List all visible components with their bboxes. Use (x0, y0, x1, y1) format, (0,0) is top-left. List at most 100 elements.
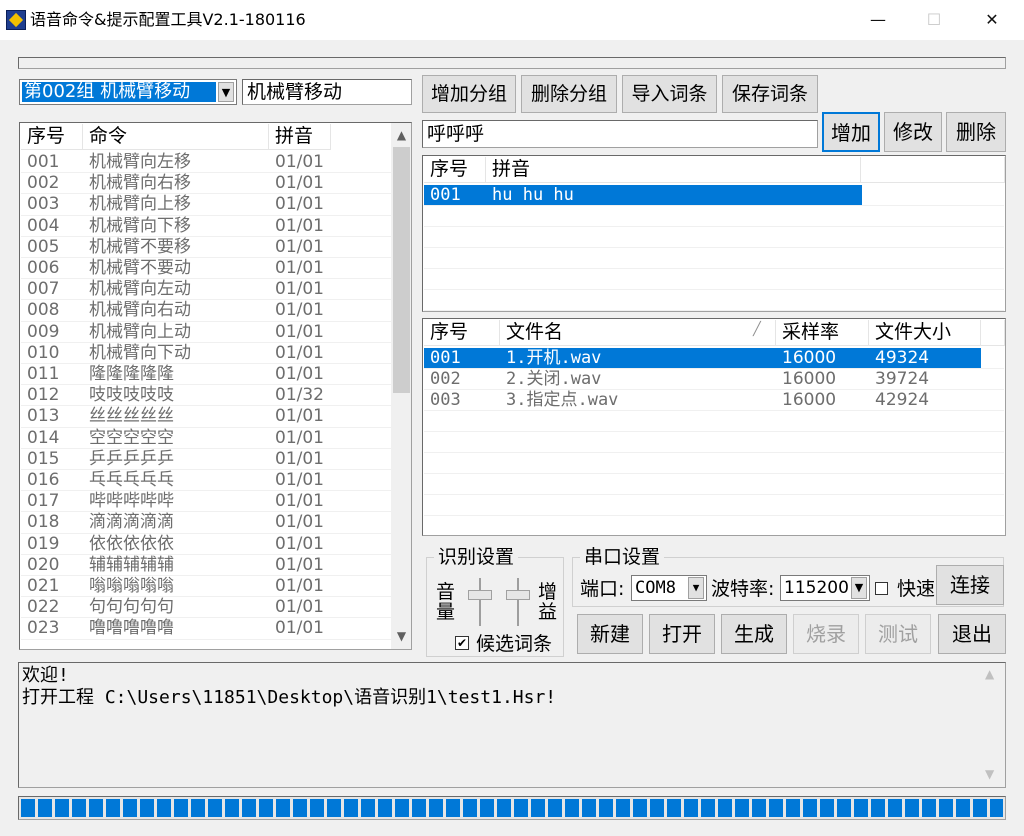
add-group-button[interactable]: 增加分组 (422, 75, 516, 113)
table-row[interactable]: 002 机械臂向右移 01/01 (21, 173, 391, 195)
column-header-filesize[interactable]: 文件大小 (869, 320, 981, 346)
baud-select[interactable]: 115200 ▼ (780, 575, 870, 601)
port-select[interactable]: COM8 ▼ (631, 575, 707, 601)
table-row[interactable]: 008 机械臂向右动 01/01 (21, 300, 391, 322)
slider-thumb[interactable] (468, 590, 492, 600)
table-row[interactable]: 006 机械臂不要动 01/01 (21, 258, 391, 280)
table-row[interactable]: 005 机械臂不要移 01/01 (21, 237, 391, 258)
table-row[interactable]: 001 1.开机.wav 16000 49324 (424, 348, 1004, 369)
modify-entry-button[interactable]: 修改 (884, 112, 942, 152)
chevron-down-icon[interactable]: ▼ (218, 82, 234, 102)
generate-button[interactable]: 生成 (721, 614, 787, 654)
exit-button[interactable]: 退出 (938, 614, 1006, 654)
column-header-filename[interactable]: 文件名 (500, 320, 776, 346)
table-row[interactable]: 023 噜噜噜噜噜 01/01 (21, 618, 391, 640)
table-row[interactable] (424, 411, 1004, 432)
table-row[interactable] (424, 432, 1004, 453)
table-row[interactable]: 017 哔哔哔哔哔 01/01 (21, 491, 391, 513)
table-row[interactable]: 003 3.指定点.wav 16000 42924 (424, 390, 1004, 411)
table-row[interactable]: 009 机械臂向上动 01/01 (21, 322, 391, 343)
scroll-up-icon[interactable]: ▲ (391, 125, 411, 145)
connect-button[interactable]: 连接 (936, 565, 1004, 605)
table-row[interactable] (424, 206, 1004, 227)
minimize-button[interactable]: — (856, 6, 900, 34)
table-row[interactable]: 001 机械臂向左移 01/01 (21, 152, 391, 174)
close-button[interactable]: ✕ (970, 6, 1014, 34)
open-button[interactable]: 打开 (649, 614, 715, 654)
column-header-index[interactable]: 序号 (21, 124, 83, 150)
table-row[interactable] (424, 227, 1004, 248)
table-row[interactable] (424, 269, 1004, 290)
table-row[interactable]: 002 2.关闭.wav 16000 39724 (424, 369, 1004, 390)
column-header-command[interactable]: 命令 (83, 124, 269, 150)
burn-button[interactable]: 烧录 (793, 614, 859, 654)
volume-slider[interactable] (466, 578, 494, 626)
table-row[interactable]: 018 滴滴滴滴滴 01/01 (21, 512, 391, 534)
test-button[interactable]: 测试 (865, 614, 931, 654)
table-row[interactable]: 001 hu hu hu (424, 185, 1004, 206)
delete-entry-button[interactable]: 删除 (946, 112, 1006, 152)
command-list[interactable]: 序号 命令 拼音 001 机械臂向左移 01/01 002 机械臂向右移 01/01 003… (19, 122, 412, 650)
table-cell: 01/01 (275, 342, 324, 363)
table-row[interactable]: 010 机械臂向下动 01/01 (21, 343, 391, 364)
scroll-thumb[interactable] (393, 147, 410, 393)
group-name-input[interactable]: 机械臂移动 (242, 79, 412, 105)
chevron-down-icon[interactable]: ▼ (851, 577, 867, 599)
entry-input[interactable]: 呼呼呼 (422, 120, 818, 148)
table-cell: 01/01 (275, 554, 324, 575)
table-cell: 2.关闭.wav (506, 369, 602, 389)
table-cell: 01/01 (275, 470, 324, 490)
table-row[interactable]: 021 嗡嗡嗡嗡嗡 01/01 (21, 576, 391, 598)
table-row[interactable] (424, 453, 1004, 474)
table-row[interactable] (424, 474, 1004, 495)
column-header-pinyin[interactable]: 拼音 (486, 157, 861, 183)
column-header-samplerate[interactable]: 采样率 (776, 320, 869, 346)
slider-thumb[interactable] (506, 590, 530, 600)
table-row[interactable]: 012 吱吱吱吱吱 01/32 (21, 385, 391, 407)
column-header-pinyin[interactable]: 拼音 (269, 124, 331, 150)
gain-slider[interactable] (504, 578, 532, 626)
column-header-index[interactable]: 序号 (424, 157, 486, 183)
progress-segment (106, 799, 120, 817)
scroll-down-icon[interactable]: ▼ (985, 767, 994, 781)
column-header-index[interactable]: 序号 (424, 320, 500, 346)
table-row[interactable]: 015 乒乒乒乒乒 01/01 (21, 449, 391, 470)
group-select[interactable]: 第002组 机械臂移动 ▼ (19, 79, 237, 105)
table-row[interactable] (424, 495, 1004, 516)
add-entry-button[interactable]: 增加 (822, 112, 880, 152)
table-row[interactable]: 014 空空空空空 01/01 (21, 428, 391, 449)
table-row[interactable]: 022 句句句句句 01/01 (21, 597, 391, 619)
chevron-down-icon[interactable]: ▼ (688, 577, 704, 599)
fast-checkbox[interactable] (875, 582, 888, 595)
table-cell: 019 (27, 533, 60, 554)
candidates-checkbox[interactable]: ✔ (455, 636, 469, 650)
table-row[interactable]: 016 乓乓乓乓乓 01/01 (21, 470, 391, 492)
table-row[interactable]: 007 机械臂向左动 01/01 (21, 279, 391, 301)
table-row[interactable]: 003 机械臂向上移 01/01 (21, 194, 391, 216)
table-row[interactable]: 020 辅辅辅辅辅 01/01 (21, 555, 391, 576)
table-row[interactable]: 013 丝丝丝丝丝 01/01 (21, 406, 391, 428)
scroll-up-icon[interactable]: ▲ (985, 667, 994, 681)
table-row[interactable] (424, 516, 1004, 535)
command-list-scrollbar[interactable]: ▲ ▼ (391, 123, 411, 649)
table-row[interactable] (21, 640, 391, 649)
maximize-button[interactable]: ☐ (912, 6, 956, 34)
table-row[interactable]: 011 隆隆隆隆隆 01/01 (21, 364, 391, 386)
table-row[interactable]: 004 机械臂向下移 01/01 (21, 216, 391, 237)
log-area[interactable]: 欢迎! 打开工程 C:\Users\11851\Desktop\语音识别1\te… (18, 662, 1006, 788)
table-row[interactable] (424, 248, 1004, 269)
new-button[interactable]: 新建 (577, 614, 643, 654)
progress-fill (21, 799, 1003, 817)
file-list[interactable]: 序号 文件名 ╱ 采样率 文件大小 001 1.开机.wav 16000 49324 0… (422, 318, 1006, 536)
scroll-down-icon[interactable]: ▼ (391, 626, 411, 646)
table-row[interactable] (424, 290, 1004, 311)
progress-segment (480, 799, 494, 817)
import-entries-button[interactable]: 导入词条 (622, 75, 717, 113)
pinyin-list[interactable]: 序号 拼音 001 hu hu hu (422, 155, 1006, 312)
table-cell: 003 (27, 194, 60, 215)
delete-group-button[interactable]: 删除分组 (521, 75, 617, 113)
top-status-bar (18, 57, 1006, 69)
progress-segment (497, 799, 511, 817)
save-entries-button[interactable]: 保存词条 (722, 75, 818, 113)
table-row[interactable]: 019 依依依依依 01/01 (21, 534, 391, 555)
